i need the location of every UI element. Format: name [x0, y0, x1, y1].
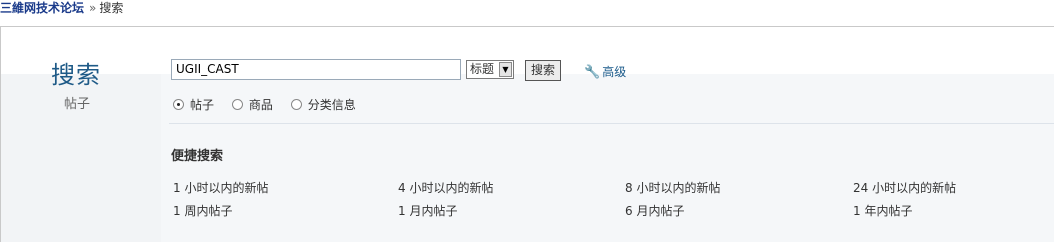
search-button[interactable]: 搜索	[525, 60, 561, 81]
radio-dot	[173, 99, 184, 110]
breadcrumb-site-link[interactable]: 三維网技术论坛	[0, 1, 84, 15]
breadcrumb: 三維网技术论坛 » 搜索	[0, 0, 123, 18]
breadcrumb-current: 搜索	[99, 1, 124, 15]
scope-radio-classified[interactable]: 分类信息	[290, 96, 356, 113]
breadcrumb-separator: »	[89, 1, 97, 15]
scope-radio-goods[interactable]: 商品	[231, 96, 273, 113]
chevron-down-icon[interactable]: ▼	[499, 62, 512, 77]
quick-row: 1 周内帖子 1 月内帖子 6 月内帖子 1 年内帖子	[173, 202, 1053, 225]
search-type-value: 标题	[470, 62, 495, 76]
quick-link[interactable]: 6 月内帖子	[625, 202, 684, 219]
quick-search-list: 1 小时以内的新帖 4 小时以内的新帖 8 小时以内的新帖 24 小时以内的新帖…	[173, 179, 1053, 225]
search-type-select[interactable]: 标题 ▼	[466, 60, 514, 79]
scope-label: 商品	[248, 98, 273, 112]
search-panel: 搜索 帖子 UGII_CAST 标题 ▼ 搜索 🔧 高级 帖子 商品 分类信息 便…	[0, 26, 1054, 242]
search-scope: 帖子 商品 分类信息	[173, 96, 370, 113]
scope-label: 帖子	[190, 98, 215, 112]
radio-dot	[231, 99, 243, 110]
radio-dot	[290, 99, 302, 110]
wrench-icon: 🔧	[584, 65, 601, 80]
quick-link[interactable]: 1 年内帖子	[853, 202, 912, 219]
scope-radio-posts[interactable]: 帖子	[173, 96, 214, 113]
divider	[169, 123, 1054, 124]
quick-link[interactable]: 24 小时以内的新帖	[853, 179, 956, 196]
quick-link[interactable]: 1 月内帖子	[398, 202, 457, 219]
advanced-search-label: 高级	[602, 65, 627, 79]
quick-link[interactable]: 8 小时以内的新帖	[625, 179, 720, 196]
quick-link[interactable]: 4 小时以内的新帖	[398, 179, 493, 196]
scope-label: 分类信息	[307, 98, 356, 112]
quick-row: 1 小时以内的新帖 4 小时以内的新帖 8 小时以内的新帖 24 小时以内的新帖	[173, 179, 1053, 202]
quick-link[interactable]: 1 周内帖子	[173, 202, 232, 219]
advanced-search-link[interactable]: 🔧 高级	[584, 63, 626, 80]
page-subtitle: 帖子	[64, 97, 91, 112]
quick-search-heading: 便捷搜索	[171, 149, 224, 164]
page-title: 搜索	[51, 61, 101, 89]
search-input[interactable]: UGII_CAST	[171, 59, 461, 80]
quick-link[interactable]: 1 小时以内的新帖	[173, 179, 268, 196]
